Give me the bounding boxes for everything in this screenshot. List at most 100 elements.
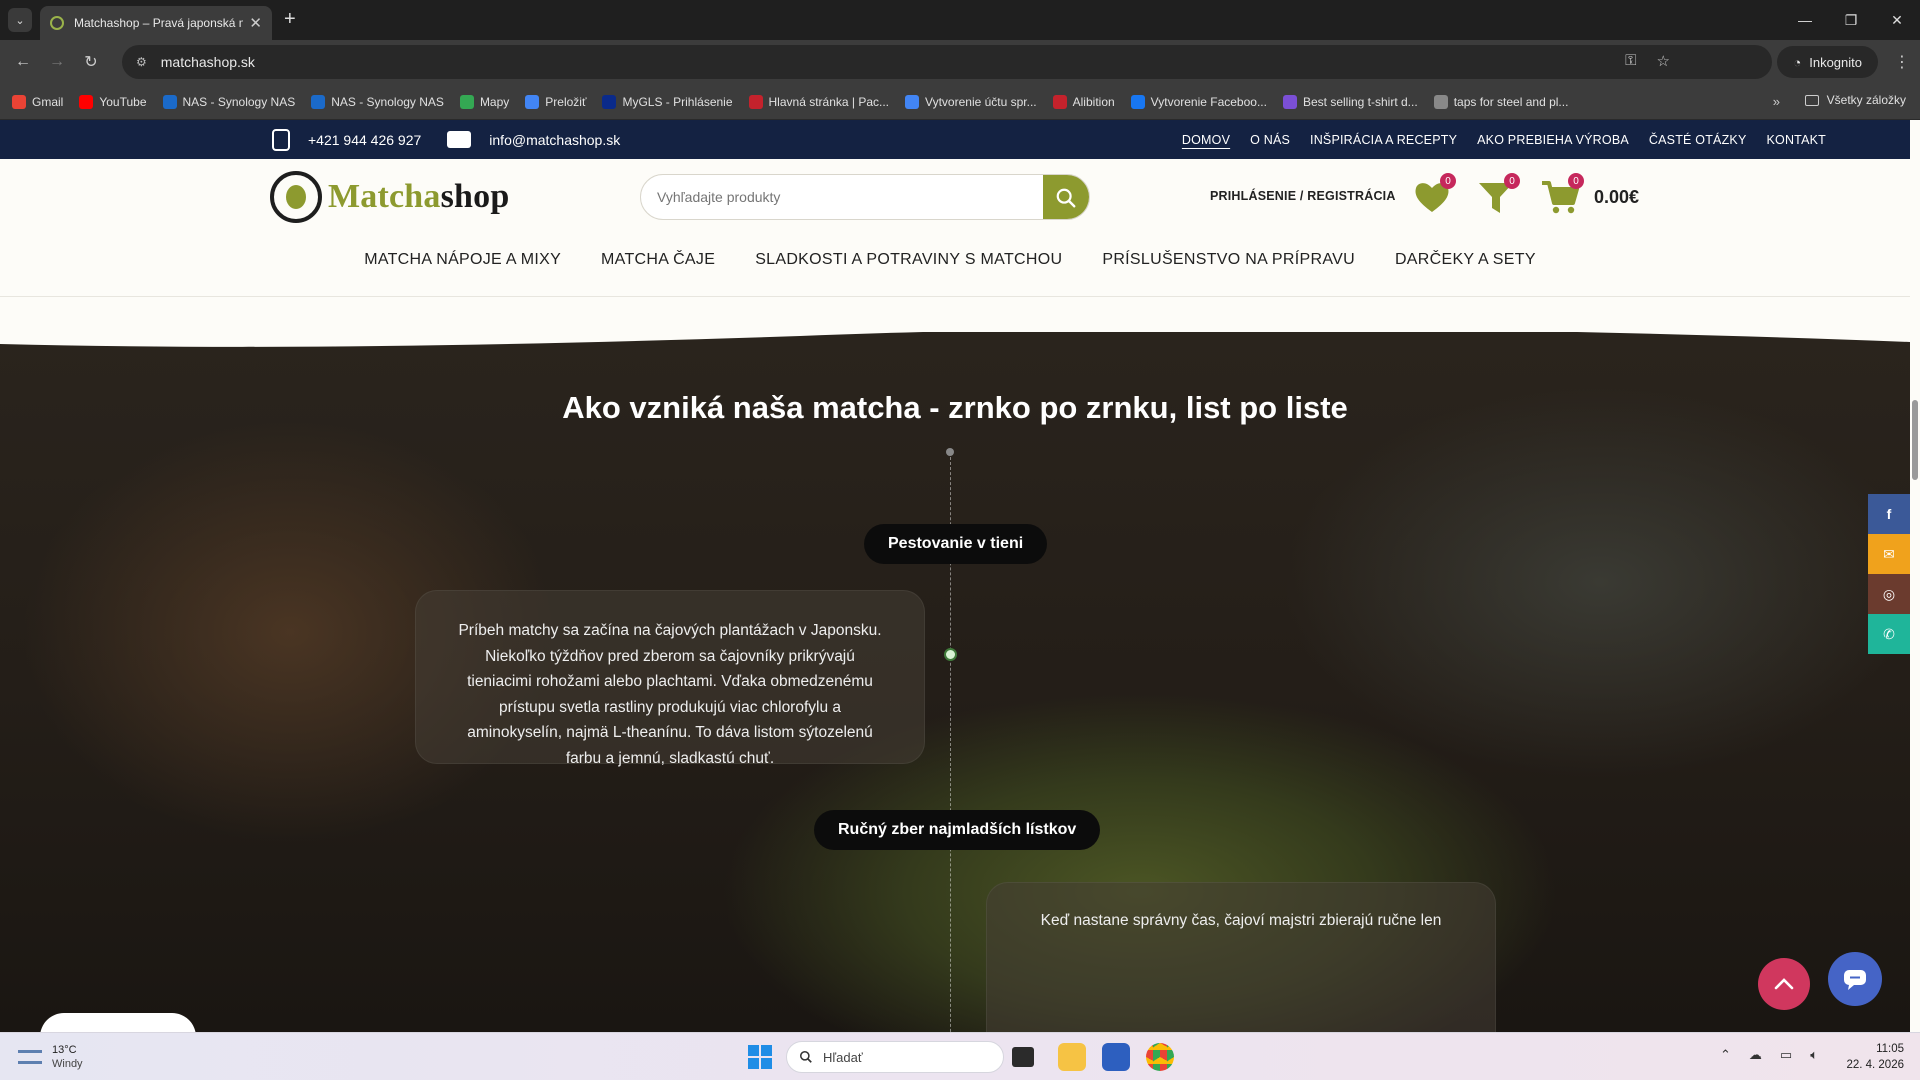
windows-start-icon[interactable] — [748, 1045, 772, 1069]
clock-date: 22. 4. 2026 — [1846, 1059, 1904, 1071]
bookmark-label: Preložiť — [545, 94, 587, 109]
top-nav-link[interactable]: ČASTÉ OTÁZKY — [1649, 133, 1747, 147]
bookmark-item[interactable]: Mapy — [459, 94, 509, 109]
taskbar-search[interactable]: Hľadať — [786, 1041, 1004, 1073]
bookmark-label: MyGLS - Prihlásenie — [622, 94, 733, 109]
main-nav-link[interactable]: SLADKOSTI A POTRAVINY S MATCHOU — [755, 251, 1062, 269]
top-nav-link[interactable]: KONTAKT — [1766, 133, 1826, 147]
step-title: Ručný zber najmladších lístkov — [814, 810, 1101, 850]
site-logo[interactable]: Matchashop — [270, 171, 509, 223]
bookmark-item[interactable]: Hlavná stránka | Pac... — [748, 94, 890, 109]
new-tab-button[interactable]: + — [284, 8, 296, 31]
close-tab-icon[interactable]: ✕ — [249, 14, 262, 32]
bookmark-label: Vytvorenie účtu spr... — [925, 94, 1037, 109]
scrollbar-thumb[interactable] — [1912, 400, 1918, 480]
bookmark-item[interactable]: MyGLS - Prihlásenie — [602, 94, 733, 109]
phone-icon — [272, 128, 290, 151]
incognito-badge[interactable]: ◔ Inkognito — [1777, 46, 1878, 78]
facebook-share-icon[interactable]: f — [1868, 494, 1910, 534]
email-link[interactable]: info@matchashop.sk — [489, 132, 620, 148]
bookmark-item[interactable]: NAS - Synology NAS — [311, 94, 444, 109]
weather-widget[interactable]: 13°C Windy — [18, 1043, 83, 1071]
cart-button[interactable]: 0 — [1540, 173, 1584, 217]
email-share-icon[interactable]: ✉ — [1868, 534, 1910, 574]
bookmark-label: Vytvorenie Faceboo... — [1150, 94, 1267, 109]
wishlist-count-badge: 0 — [1440, 173, 1456, 189]
phone-link[interactable]: +421 944 426 927 — [308, 132, 421, 148]
main-navigation: MATCHA NÁPOJE A MIXY MATCHA ČAJE SLADKOSTI… — [0, 251, 1910, 269]
production-timeline-section: Ako vzniká naša matcha - zrnko po zrnku,… — [0, 332, 1910, 1032]
page-scrollbar[interactable] — [1910, 120, 1920, 1032]
window-controls: — ❐ ✕ — [1782, 0, 1920, 40]
site-info-icon[interactable]: ⚙ — [136, 55, 147, 69]
restore-icon[interactable]: ❐ — [1828, 0, 1874, 40]
bookmark-favicon-icon — [162, 94, 177, 109]
wishlist-button[interactable]: 0 — [1412, 173, 1456, 217]
bookmark-item[interactable]: Preložiť — [525, 94, 587, 109]
bookmark-favicon-icon — [1052, 94, 1067, 109]
bookmark-item[interactable]: Vytvorenie Faceboo... — [1130, 94, 1267, 109]
address-bar[interactable]: ⚙ matchashop.sk — [122, 45, 1772, 79]
cookie-widget-tab[interactable] — [40, 1013, 196, 1032]
task-view-icon[interactable] — [1012, 1047, 1034, 1067]
browser-menu-icon[interactable]: ⋮ — [1894, 52, 1910, 72]
main-nav-link[interactable]: PRÍSLUŠENSTVO NA PRÍPRAVU — [1102, 251, 1355, 269]
cart-count-badge: 0 — [1568, 173, 1584, 189]
bookmark-item[interactable]: NAS - Synology NAS — [162, 94, 295, 109]
top-nav-link[interactable]: INŠPIRÁCIA A RECEPTY — [1310, 133, 1457, 147]
bookmark-item[interactable]: YouTube — [79, 94, 147, 109]
login-register-link[interactable]: PRIHLÁSENIE / REGISTRÁCIA — [1210, 189, 1396, 203]
tab-search-button[interactable]: ⌄ — [8, 8, 32, 32]
main-nav-link[interactable]: DARČEKY A SETY — [1395, 251, 1536, 269]
chat-button[interactable] — [1828, 952, 1882, 1006]
instagram-share-icon[interactable]: ◎ — [1868, 574, 1910, 614]
bookmark-favicon-icon — [905, 94, 920, 109]
whatsapp-share-icon[interactable]: ✆ — [1868, 614, 1910, 654]
bookmark-item[interactable]: Best selling t-shirt d... — [1282, 94, 1418, 109]
bookmark-label: Hlavná stránka | Pac... — [768, 94, 890, 109]
close-window-icon[interactable]: ✕ — [1874, 0, 1920, 40]
minimize-icon[interactable]: — — [1782, 0, 1828, 40]
bookmark-item[interactable]: Alibition — [1052, 94, 1115, 109]
cart-total[interactable]: 0.00€ — [1594, 187, 1639, 208]
section-title: Ako vzniká naša matcha - zrnko po zrnku,… — [562, 390, 1348, 425]
all-bookmarks-button[interactable]: Všetky záložky — [1804, 93, 1906, 107]
search-icon — [799, 1050, 812, 1063]
bookmark-item[interactable]: Gmail — [12, 94, 63, 109]
bookmark-star-icon[interactable]: ☆ — [1657, 52, 1670, 70]
chrome-icon[interactable] — [1146, 1043, 1174, 1071]
bookmark-favicon-icon — [459, 94, 474, 109]
microsoft-store-icon[interactable] — [1102, 1043, 1130, 1071]
incognito-label: Inkognito — [1809, 54, 1862, 70]
search-input[interactable] — [641, 175, 1031, 219]
top-nav-link[interactable]: AKO PREBIEHA VÝROBA — [1477, 133, 1629, 147]
browser-tab-active[interactable]: Matchashop – Pravá japonská m ✕ — [40, 6, 272, 40]
more-bookmarks-icon[interactable]: » — [1773, 94, 1780, 109]
password-key-icon[interactable]: ⚿ — [1625, 52, 1636, 70]
bookmark-item[interactable]: taps for steel and pl... — [1433, 94, 1568, 109]
volume-icon[interactable]: 🔈︎ — [1810, 1047, 1818, 1063]
bookmark-favicon-icon — [748, 94, 763, 109]
tray-chevron-up-icon[interactable]: ⌃ — [1720, 1047, 1731, 1063]
search-button[interactable] — [1043, 175, 1089, 219]
main-nav-link[interactable]: MATCHA ČAJE — [601, 251, 715, 269]
scroll-to-top-button[interactable] — [1758, 958, 1810, 1010]
main-nav-link[interactable]: MATCHA NÁPOJE A MIXY — [364, 251, 561, 269]
timeline-start-dot — [946, 448, 954, 456]
back-icon[interactable]: ← — [6, 53, 40, 71]
network-monitor-icon[interactable]: ▭ — [1780, 1047, 1792, 1063]
top-nav-link[interactable]: DOMOV — [1182, 133, 1230, 147]
bookmark-item[interactable]: Vytvorenie účtu spr... — [905, 94, 1037, 109]
compare-button[interactable]: 0 — [1476, 173, 1520, 217]
reload-icon[interactable]: ↻ — [74, 52, 108, 72]
top-nav-link[interactable]: O NÁS — [1250, 133, 1290, 147]
site-top-bar: +421 944 426 927 info@matchashop.sk DOMO… — [0, 120, 1910, 159]
onedrive-cloud-icon[interactable]: ☁ — [1749, 1047, 1762, 1063]
file-explorer-icon[interactable] — [1058, 1043, 1086, 1071]
system-clock[interactable]: 11:05 22. 4. 2026 — [1836, 1041, 1904, 1073]
chevron-up-icon — [1774, 978, 1794, 990]
step-description-card: Keď nastane správny čas, čajoví majstri … — [986, 882, 1496, 1032]
browser-toolbar: ← → ↻ ⚙ matchashop.sk ⚿ ☆ ◔ Inkognito ⋮ — [0, 40, 1920, 84]
forward-icon[interactable]: → — [40, 53, 74, 71]
incognito-icon: ◔ — [1793, 54, 1802, 70]
